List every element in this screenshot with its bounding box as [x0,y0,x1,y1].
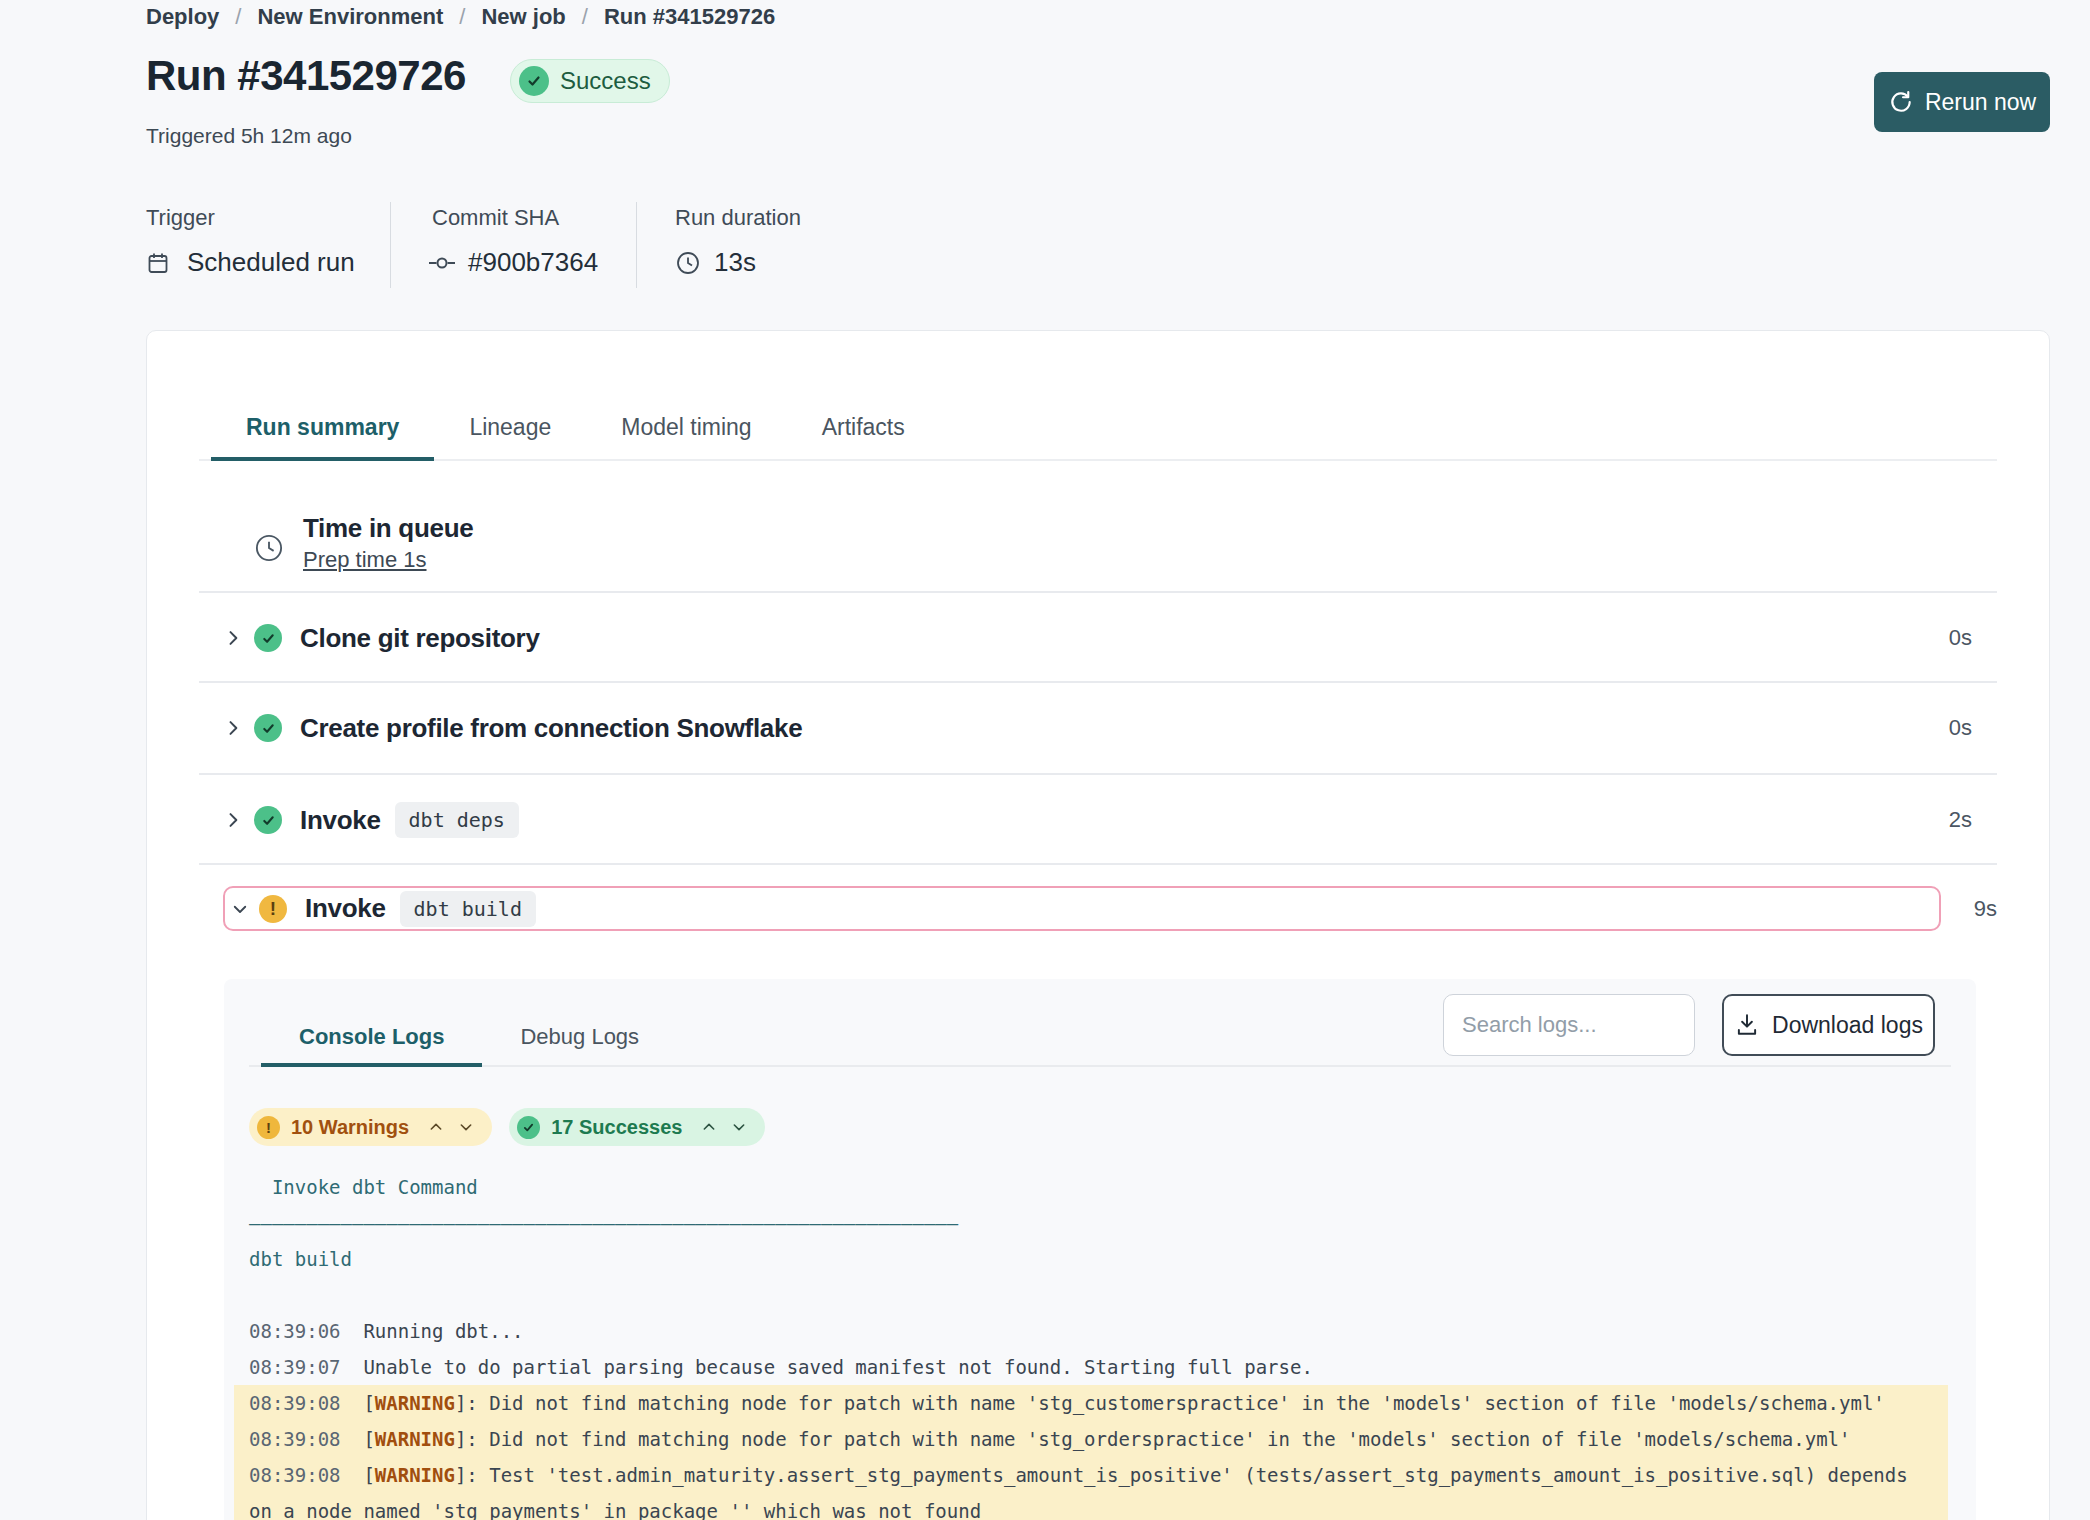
commit-icon [428,251,456,275]
step-title: Clone git repository [300,623,540,654]
log-line: 08:39:06 Running dbt... [234,1313,1948,1349]
success-check-icon [254,624,282,652]
commit-sha-value: #900b7364 [428,247,598,278]
time-in-queue-title: Time in queue [303,513,473,543]
warnings-badge-label: 10 Warnings [291,1116,409,1139]
logs-tabs: Console Logs Debug Logs [249,979,1951,1067]
log-line: 08:39:08 [WARNING]: Did not find matchin… [234,1385,1948,1421]
run-summary-card: Run summary Lineage Model timing Artifac… [146,330,2050,1520]
calendar-icon [146,251,170,275]
log-filter-badges: ! 10 Warnings 17 Successes [249,1108,765,1146]
row-divider [199,863,1997,865]
warnings-badge[interactable]: ! 10 Warnings [249,1108,492,1146]
breadcrumb-separator: / [582,4,588,30]
clock-icon [675,250,701,276]
breadcrumb-job[interactable]: New job [481,4,565,30]
step-duration: 9s [1974,896,1997,922]
chevron-down-icon[interactable] [458,1119,474,1135]
meta-divider [636,202,637,288]
success-check-icon [254,806,282,834]
step-create-profile[interactable]: Create profile from connection Snowflake… [199,683,1997,773]
chevron-up-icon[interactable] [701,1119,717,1135]
search-logs-input[interactable] [1443,994,1695,1056]
warning-icon: ! [257,1116,280,1139]
tab-console-logs[interactable]: Console Logs [261,1009,482,1065]
rerun-now-button[interactable]: Rerun now [1874,72,2050,132]
meta-divider [390,202,391,288]
trigger-value: Scheduled run [146,247,355,278]
log-line: 08:39:08 [WARNING]: Test 'test.admin_mat… [234,1457,1948,1520]
chevron-down-icon[interactable] [231,900,251,918]
log-line: Invoke dbt Command [234,1169,1948,1205]
console-log-output: Invoke dbt Command——————————————————————… [234,1169,1948,1520]
triggered-timestamp: Triggered 5h 12m ago [146,124,352,148]
tab-debug-logs[interactable]: Debug Logs [482,1009,677,1065]
rerun-now-label: Rerun now [1925,89,2036,116]
tab-model-timing[interactable]: Model timing [586,395,786,459]
time-in-queue-section: Time in queue Prep time 1s [254,513,473,573]
step-invoke-dbt-deps[interactable]: Invoke dbt deps 2s [199,775,1997,865]
tab-run-summary[interactable]: Run summary [211,395,434,459]
success-check-icon [519,66,549,96]
success-check-icon [254,714,282,742]
tab-artifacts[interactable]: Artifacts [787,395,940,459]
tab-lineage[interactable]: Lineage [434,395,586,459]
warning-icon: ! [259,895,287,923]
download-logs-label: Download logs [1772,1012,1923,1039]
chevron-right-icon[interactable] [223,628,245,648]
chevron-up-icon[interactable] [428,1119,444,1135]
log-line: 08:39:08 [WARNING]: Did not find matchin… [234,1421,1948,1457]
step-duration: 2s [1949,807,1972,833]
step-title: Invoke [305,893,386,924]
step-invoke-dbt-build-box[interactable]: ! Invoke dbt build [223,886,1941,931]
step-title: Create profile from connection Snowflake [300,713,802,744]
download-icon [1734,1012,1760,1038]
step-clone-git-repository[interactable]: Clone git repository 0s [199,593,1997,683]
successes-badge[interactable]: 17 Successes [509,1108,765,1146]
status-badge-label: Success [560,67,651,95]
chevron-right-icon[interactable] [223,718,245,738]
log-line: ————————————————————————————————————————… [234,1205,1948,1241]
command-chip: dbt deps [395,802,519,838]
run-duration-value: 13s [675,247,756,278]
run-duration-label: Run duration [675,205,801,231]
refresh-icon [1888,89,1914,115]
chevron-down-icon[interactable] [731,1119,747,1135]
page-title: Run #341529726 [146,52,466,100]
status-badge: Success [510,59,670,103]
prep-time-link[interactable]: Prep time 1s [303,547,427,573]
step-title: Invoke [300,805,381,836]
success-check-icon [517,1116,540,1139]
step-invoke-dbt-build[interactable]: ! Invoke dbt build 9s [199,886,1997,931]
commit-sha-label: Commit SHA [432,205,559,231]
commit-sha-text: #900b7364 [468,247,598,278]
breadcrumb-current-run: Run #341529726 [604,4,775,30]
clock-icon [254,533,284,573]
run-duration-text: 13s [714,247,756,278]
step-duration: 0s [1949,715,1972,741]
log-line: 08:39:07 Unable to do partial parsing be… [234,1349,1948,1385]
breadcrumb-separator: / [459,4,465,30]
logs-panel: Console Logs Debug Logs Download logs ! … [224,979,1976,1520]
breadcrumb-separator: / [235,4,241,30]
run-tabs: Run summary Lineage Model timing Artifac… [199,331,1997,461]
command-chip: dbt build [400,891,536,927]
log-line: dbt build [234,1241,1948,1277]
trigger-label: Trigger [146,205,215,231]
download-logs-button[interactable]: Download logs [1722,994,1935,1056]
step-duration: 0s [1949,625,1972,651]
successes-badge-label: 17 Successes [551,1116,682,1139]
log-line [234,1277,1948,1313]
breadcrumb-environment[interactable]: New Environment [257,4,443,30]
chevron-right-icon[interactable] [223,810,245,830]
breadcrumb: Deploy / New Environment / New job / Run… [146,4,775,30]
trigger-value-text: Scheduled run [187,247,355,278]
breadcrumb-deploy[interactable]: Deploy [146,4,219,30]
